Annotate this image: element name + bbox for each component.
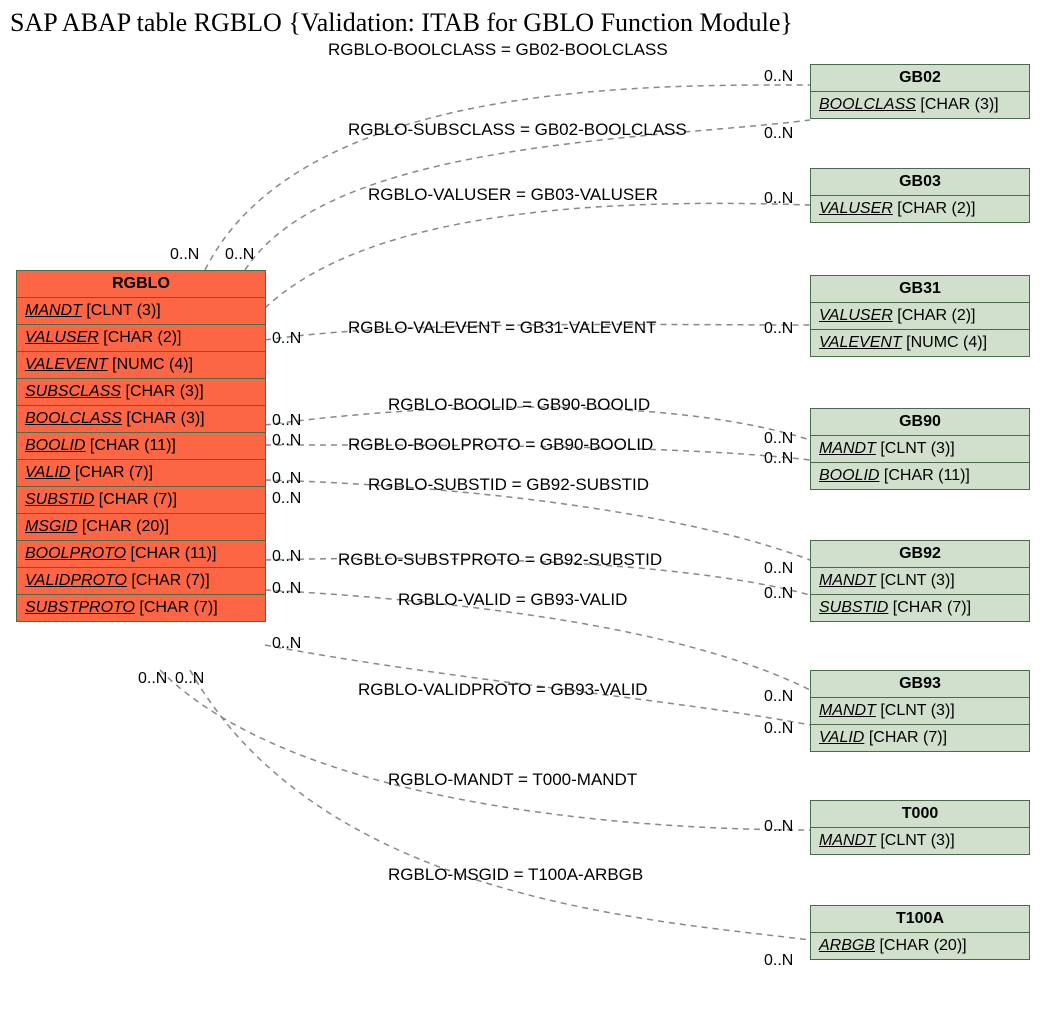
field-gb92-substid: SUBSTID [CHAR (7)] bbox=[811, 595, 1030, 622]
rel-valevent-gb31: RGBLO-VALEVENT = GB31-VALEVENT bbox=[348, 318, 656, 338]
card-l-0: 0..N bbox=[170, 246, 199, 264]
table-header-gb92: GB92 bbox=[811, 541, 1030, 568]
rel-boolproto-gb90: RGBLO-BOOLPROTO = GB90-BOOLID bbox=[348, 435, 653, 455]
table-gb31: GB31 VALUSER [CHAR (2)] VALEVENT [NUMC (… bbox=[810, 275, 1030, 357]
table-header-t000: T000 bbox=[811, 801, 1030, 828]
rel-validproto-gb93: RGBLO-VALIDPROTO = GB93-VALID bbox=[358, 680, 648, 700]
table-t000: T000 MANDT [CLNT (3)] bbox=[810, 800, 1030, 855]
field-gb02-boolclass: BOOLCLASS [CHAR (3)] bbox=[811, 92, 1030, 119]
field-boolproto: BOOLPROTO [CHAR (11)] bbox=[17, 541, 266, 568]
page-title: SAP ABAP table RGBLO {Validation: ITAB f… bbox=[10, 8, 793, 38]
card-l-11: 0..N bbox=[175, 670, 204, 688]
card-r-1: 0..N bbox=[764, 125, 793, 143]
field-gb90-mandt: MANDT [CLNT (3)] bbox=[811, 436, 1030, 463]
card-r-11: 0..N bbox=[764, 952, 793, 970]
table-t100a: T100A ARBGB [CHAR (20)] bbox=[810, 905, 1030, 960]
card-l-7: 0..N bbox=[272, 548, 301, 566]
rel-mandt-t000: RGBLO-MANDT = T000-MANDT bbox=[388, 770, 637, 790]
card-r-8: 0..N bbox=[764, 688, 793, 706]
rel-subsclass-gb02: RGBLO-SUBSCLASS = GB02-BOOLCLASS bbox=[348, 120, 687, 140]
rel-msgid-t100a: RGBLO-MSGID = T100A-ARBGB bbox=[388, 865, 643, 885]
field-valuser: VALUSER [CHAR (2)] bbox=[17, 325, 266, 352]
rel-valid-gb93: RGBLO-VALID = GB93-VALID bbox=[398, 590, 627, 610]
table-header-gb90: GB90 bbox=[811, 409, 1030, 436]
field-substproto: SUBSTPROTO [CHAR (7)] bbox=[17, 595, 266, 622]
field-boolclass: BOOLCLASS [CHAR (3)] bbox=[17, 406, 266, 433]
field-validproto: VALIDPROTO [CHAR (7)] bbox=[17, 568, 266, 595]
rel-valuser-gb03: RGBLO-VALUSER = GB03-VALUSER bbox=[368, 185, 658, 205]
table-header-gb93: GB93 bbox=[811, 671, 1030, 698]
field-t000-mandt: MANDT [CLNT (3)] bbox=[811, 828, 1030, 855]
card-l-3: 0..N bbox=[272, 330, 301, 348]
rel-boolclass-gb02: RGBLO-BOOLCLASS = GB02-BOOLCLASS bbox=[328, 40, 668, 60]
card-l-5: 0..N bbox=[272, 432, 301, 450]
table-rgblo: RGBLO MANDT [CLNT (3)] VALUSER [CHAR (2)… bbox=[16, 270, 266, 622]
field-mandt: MANDT [CLNT (3)] bbox=[17, 298, 266, 325]
card-r-0: 0..N bbox=[764, 68, 793, 86]
field-gb93-valid: VALID [CHAR (7)] bbox=[811, 725, 1030, 752]
table-gb90: GB90 MANDT [CLNT (3)] BOOLID [CHAR (11)] bbox=[810, 408, 1030, 490]
table-gb03: GB03 VALUSER [CHAR (2)] bbox=[810, 168, 1030, 223]
card-l-8: 0..N bbox=[272, 580, 301, 598]
table-gb02: GB02 BOOLCLASS [CHAR (3)] bbox=[810, 64, 1030, 119]
field-msgid: MSGID [CHAR (20)] bbox=[17, 514, 266, 541]
card-l-10: 0..N bbox=[138, 670, 167, 688]
table-header-rgblo: RGBLO bbox=[17, 271, 266, 298]
field-gb31-valevent: VALEVENT [NUMC (4)] bbox=[811, 330, 1030, 357]
field-valid: VALID [CHAR (7)] bbox=[17, 460, 266, 487]
field-gb03-valuser: VALUSER [CHAR (2)] bbox=[811, 196, 1030, 223]
field-boolid: BOOLID [CHAR (11)] bbox=[17, 433, 266, 460]
card-r-4: 0..N bbox=[764, 430, 793, 448]
field-subsclass: SUBSCLASS [CHAR (3)] bbox=[17, 379, 266, 406]
card-l-4: 0..N bbox=[272, 412, 301, 430]
card-r-10: 0..N bbox=[764, 818, 793, 836]
field-gb92-mandt: MANDT [CLNT (3)] bbox=[811, 568, 1030, 595]
field-gb93-mandt: MANDT [CLNT (3)] bbox=[811, 698, 1030, 725]
card-r-9: 0..N bbox=[764, 720, 793, 738]
table-header-gb31: GB31 bbox=[811, 276, 1030, 303]
field-gb90-boolid: BOOLID [CHAR (11)] bbox=[811, 463, 1030, 490]
rel-boolid-gb90: RGBLO-BOOLID = GB90-BOOLID bbox=[388, 395, 650, 415]
rel-substid-gb92: RGBLO-SUBSTID = GB92-SUBSTID bbox=[368, 475, 649, 495]
table-header-gb02: GB02 bbox=[811, 65, 1030, 92]
table-gb93: GB93 MANDT [CLNT (3)] VALID [CHAR (7)] bbox=[810, 670, 1030, 752]
rel-substproto-gb92: RGBLO-SUBSTPROTO = GB92-SUBSTID bbox=[338, 550, 662, 570]
card-l-6: 0..N bbox=[272, 470, 301, 488]
card-r-2: 0..N bbox=[764, 190, 793, 208]
field-substid: SUBSTID [CHAR (7)] bbox=[17, 487, 266, 514]
card-r-5: 0..N bbox=[764, 450, 793, 468]
field-t100a-arbgb: ARBGB [CHAR (20)] bbox=[811, 933, 1030, 960]
card-r-7: 0..N bbox=[764, 585, 793, 603]
field-valevent: VALEVENT [NUMC (4)] bbox=[17, 352, 266, 379]
card-l-9: 0..N bbox=[272, 635, 301, 653]
card-l-6b: 0..N bbox=[272, 490, 301, 508]
table-header-gb03: GB03 bbox=[811, 169, 1030, 196]
card-r-6: 0..N bbox=[764, 560, 793, 578]
card-l-1: 0..N bbox=[225, 246, 254, 264]
table-header-t100a: T100A bbox=[811, 906, 1030, 933]
field-gb31-valuser: VALUSER [CHAR (2)] bbox=[811, 303, 1030, 330]
table-gb92: GB92 MANDT [CLNT (3)] SUBSTID [CHAR (7)] bbox=[810, 540, 1030, 622]
card-r-3: 0..N bbox=[764, 320, 793, 338]
